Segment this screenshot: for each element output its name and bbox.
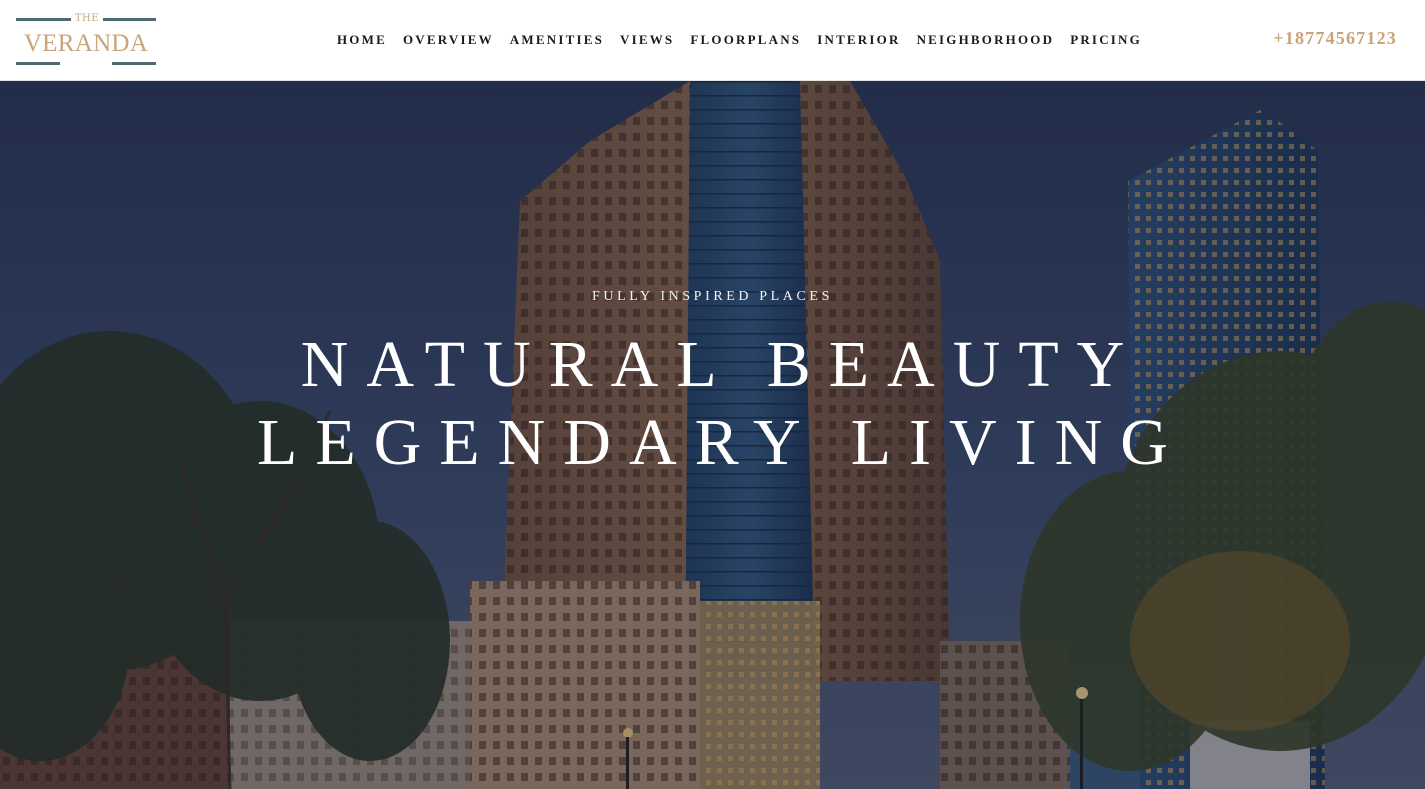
logo-small-text: THE [74,13,100,24]
hero-eyebrow: FULLY INSPIRED PLACES [592,289,833,304]
nav-interior[interactable]: INTERIOR [817,32,900,48]
hero-headline-line-2: LEGENDARY LIVING [257,406,1186,479]
veranda-logo[interactable]: THE VERANDA [16,13,158,69]
hero-headline-line-1: NATURAL BEAUTY [300,328,1143,401]
logo-wordmark: VERANDA [23,30,149,57]
nav-views[interactable]: VIEWS [620,32,674,48]
hero-section: FULLY INSPIRED PLACES NATURAL BEAUTY LEG… [0,81,1425,789]
nav-floorplans[interactable]: FLOORPLANS [690,32,801,48]
logo-rule-bottom-left [16,62,60,65]
logo-rule-top-left [16,18,71,21]
site-header: THE VERANDA HOME OVERVIEW AMENITIES VIEW… [0,0,1425,81]
phone-link[interactable]: +18774567123 [1273,28,1397,49]
main-navigation: HOME OVERVIEW AMENITIES VIEWS FLOORPLANS… [337,0,1142,81]
logo-rule-bottom-right [112,62,156,65]
nav-amenities[interactable]: AMENITIES [510,32,604,48]
nav-pricing[interactable]: PRICING [1070,32,1142,48]
nav-home[interactable]: HOME [337,32,387,48]
nav-neighborhood[interactable]: NEIGHBORHOOD [917,32,1055,48]
hero-text-block: FULLY INSPIRED PLACES NATURAL BEAUTY LEG… [0,81,1425,789]
logo-rule-top-right [103,18,156,21]
nav-overview[interactable]: OVERVIEW [403,32,494,48]
